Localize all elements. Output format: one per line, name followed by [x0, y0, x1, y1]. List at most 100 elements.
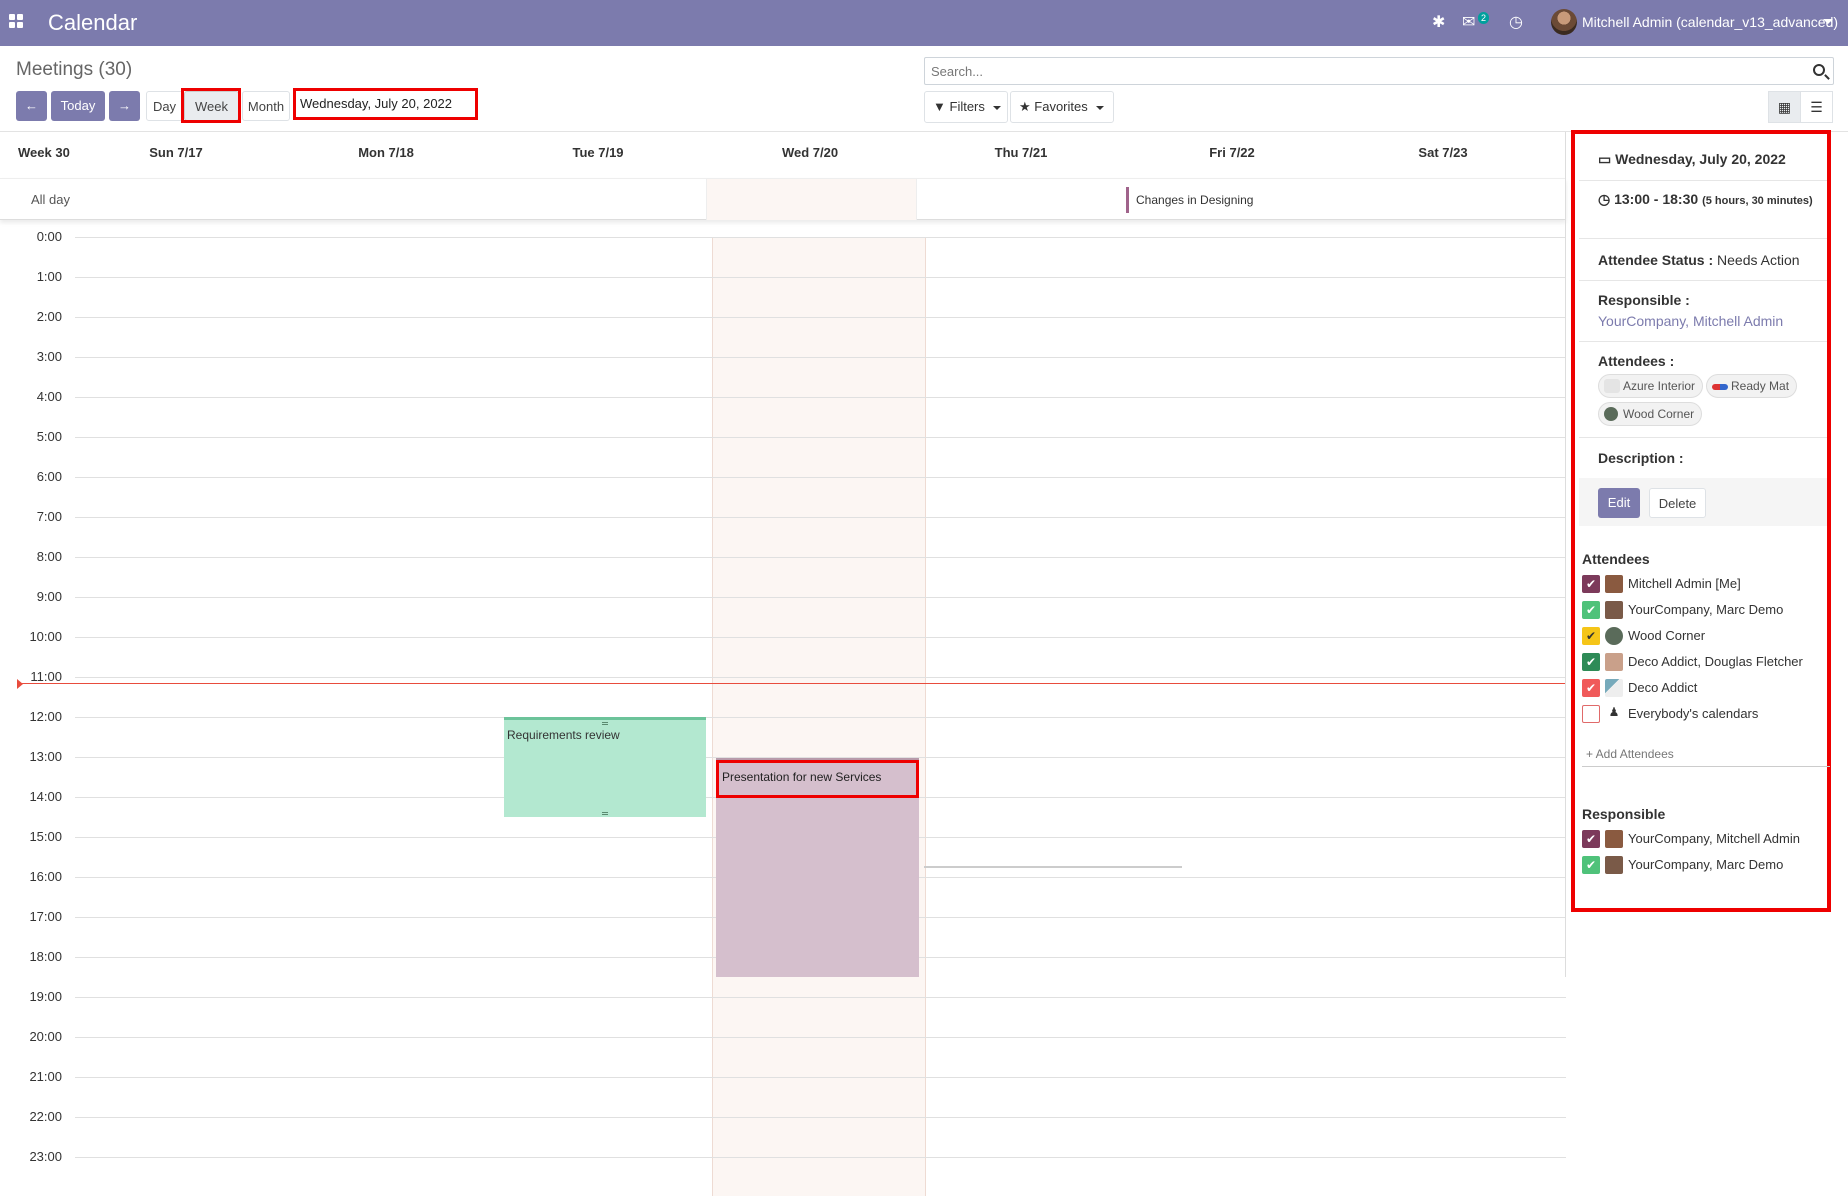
attendees-filter-title[interactable]: Attendees — [1582, 551, 1650, 567]
hour-label: 13:00 — [29, 749, 62, 764]
list-icon: ☰ — [1810, 99, 1823, 115]
hour-grid-line — [75, 1077, 1566, 1078]
attendee-status-label: Attendee Status : — [1598, 252, 1714, 268]
checkbox-checked-icon[interactable]: ✔ — [1582, 856, 1600, 874]
caret-down-icon — [992, 105, 1001, 110]
day-header-mon: Mon 7/18 — [358, 145, 414, 160]
user-avatar[interactable] — [1551, 9, 1577, 35]
favorites-label: Favorites — [1034, 99, 1088, 114]
checkbox-checked-icon[interactable]: ✔ — [1582, 653, 1600, 671]
allday-event[interactable]: Changes in Designing — [1126, 187, 1253, 213]
add-attendees-input[interactable]: + Add Attendees — [1582, 743, 1830, 767]
next-button[interactable]: → — [109, 91, 140, 121]
hour-grid-line — [75, 717, 1566, 718]
hour-label: 22:00 — [29, 1109, 62, 1124]
checkbox-checked-icon[interactable]: ✔ — [1582, 575, 1600, 593]
responsible-link[interactable]: YourCompany, Mitchell Admin — [1598, 313, 1783, 329]
filters-dropdown[interactable]: ▼ Filters — [924, 91, 1008, 123]
hour-grid-line — [75, 557, 1566, 558]
edit-button[interactable]: Edit — [1598, 488, 1640, 518]
view-month-button[interactable]: Month — [242, 91, 290, 121]
arrow-right-icon: → — [118, 98, 131, 113]
hour-label: 16:00 — [29, 869, 62, 884]
apps-menu-icon[interactable] — [9, 14, 23, 28]
calendar-view-switch[interactable]: ▦ — [1768, 91, 1801, 123]
hour-label: 1:00 — [36, 269, 62, 284]
hour-grid-line — [75, 597, 1566, 598]
search-bar[interactable]: Search... — [924, 57, 1834, 85]
divider — [1579, 341, 1827, 342]
arrow-left-icon: ← — [25, 98, 38, 113]
highlight-week — [181, 88, 241, 123]
attendee-name: Everybody's calendars — [1628, 706, 1759, 721]
favorites-dropdown[interactable]: ★ Favorites — [1010, 91, 1114, 123]
description-label: Description : — [1598, 450, 1684, 466]
day-header-thu: Thu 7/21 — [994, 145, 1048, 160]
hour-grid-line — [75, 1117, 1566, 1118]
app-title[interactable]: Calendar — [48, 10, 137, 36]
avatar — [1605, 830, 1623, 848]
current-date-field[interactable]: Wednesday, July 20, 2022 — [293, 88, 478, 120]
checkbox-checked-icon[interactable]: ✔ — [1582, 679, 1600, 697]
user-menu-caret-icon[interactable] — [1823, 19, 1833, 24]
attendee-status-value: Needs Action — [1717, 252, 1800, 268]
allday-row[interactable]: All day Changes in Designing — [0, 178, 1566, 220]
resize-handle-bottom[interactable] — [602, 812, 608, 815]
hour-label: 6:00 — [36, 469, 62, 484]
company-logo-icon — [1712, 384, 1728, 390]
chat-count-badge: 2 — [1478, 12, 1490, 24]
delete-button[interactable]: Delete — [1649, 488, 1706, 518]
avatar — [1605, 856, 1623, 874]
current-time-marker-icon — [17, 679, 23, 689]
hour-label: 23:00 — [29, 1149, 62, 1164]
hour-label: 11:00 — [30, 669, 62, 684]
popover-date: ▭ Wednesday, July 20, 2022 — [1598, 151, 1786, 168]
hour-label: 20:00 — [29, 1029, 62, 1044]
attendee-name: Wood Corner — [1628, 628, 1706, 643]
attendee-tag-woodcorner[interactable]: Wood Corner — [1598, 402, 1703, 426]
attendee-status: Attendee Status : Needs Action — [1598, 252, 1800, 268]
hour-grid-line — [75, 1157, 1566, 1158]
hour-label: 10:00 — [29, 629, 62, 644]
event-requirements-review[interactable]: Requirements review — [504, 717, 706, 817]
hour-grid-line — [75, 357, 1566, 358]
responsible-filter-title[interactable]: Responsible — [1582, 806, 1665, 822]
company-logo-icon — [1604, 407, 1618, 421]
attendee-tag-azure[interactable]: Azure Interior — [1598, 374, 1704, 398]
event-presentation-new-services[interactable]: Presentation for new Services — [716, 760, 919, 798]
previous-button[interactable]: ← — [16, 91, 47, 121]
checkbox-unchecked-icon[interactable] — [1582, 705, 1600, 723]
list-view-switch[interactable]: ☰ — [1800, 91, 1833, 123]
bug-icon[interactable]: ✱ — [1432, 12, 1445, 32]
attendee-name: Deco Addict — [1628, 680, 1698, 695]
hour-label: 8:00 — [36, 549, 62, 564]
breadcrumb-title: Meetings (30) — [16, 59, 133, 80]
search-icon[interactable] — [1813, 64, 1825, 76]
attendee-tag-readymat[interactable]: Ready Mat — [1706, 374, 1798, 398]
popover-duration: (5 hours, 30 minutes) — [1702, 195, 1813, 207]
day-header-wed: Wed 7/20 — [781, 145, 839, 160]
tag-label: Ready Mat — [1731, 379, 1790, 393]
popover-time: ◷ 13:00 - 18:30 (5 hours, 30 minutes) — [1598, 191, 1818, 211]
search-input[interactable]: Search... — [931, 64, 983, 79]
hour-label: 9:00 — [36, 589, 62, 604]
divider — [1579, 238, 1827, 239]
chat-icon[interactable]: ✉ — [1462, 12, 1475, 32]
responsible-name: YourCompany, Mitchell Admin — [1628, 831, 1800, 846]
divider — [1579, 180, 1827, 181]
user-menu[interactable]: Mitchell Admin (calendar_v13_advanced) — [1582, 14, 1838, 30]
hour-grid-line — [75, 397, 1566, 398]
hour-label: 14:00 — [29, 789, 62, 804]
checkbox-checked-icon[interactable]: ✔ — [1582, 830, 1600, 848]
attendee-name: Deco Addict, Douglas Fletcher — [1628, 654, 1803, 669]
checkbox-checked-icon[interactable]: ✔ — [1582, 627, 1600, 645]
responsible-name: YourCompany, Marc Demo — [1628, 857, 1784, 872]
tag-label: Azure Interior — [1623, 379, 1696, 393]
checkbox-checked-icon[interactable]: ✔ — [1582, 601, 1600, 619]
activity-clock-icon[interactable]: ◷ — [1509, 12, 1523, 32]
avatar — [1605, 575, 1623, 593]
resize-handle-top[interactable] — [602, 722, 608, 725]
hour-label: 7:00 — [36, 509, 62, 524]
today-button[interactable]: Today — [51, 91, 105, 121]
view-day-button[interactable]: Day — [146, 91, 183, 121]
